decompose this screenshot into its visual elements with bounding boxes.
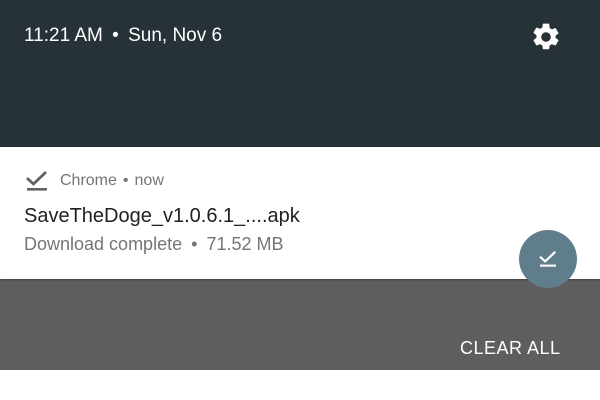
separator: •: [191, 234, 198, 254]
download-done-icon: [26, 171, 47, 191]
gear-icon: [533, 23, 559, 50]
clock-time: 11:21 AM: [24, 25, 103, 46]
current-date: Sun, Nov 6: [128, 25, 223, 46]
download-notification[interactable]: Chrome • now SaveTheDoge_v1.0.6.1_....ap…: [0, 147, 600, 288]
download-done-icon: [539, 251, 556, 267]
notification-header: Chrome • now: [26, 171, 164, 191]
file-size: 71.52 MB: [206, 234, 284, 254]
app-name: Chrome: [60, 172, 117, 189]
notification-subtitle: Download complete • 71.52 MB: [24, 232, 283, 256]
screen: 11:21 AM • Sun, Nov 6 Chrome • now SaveT…: [0, 0, 600, 400]
notification-title: SaveTheDoge_v1.0.6.1_....apk: [24, 205, 300, 227]
bottom-margin: [0, 370, 600, 400]
separator: •: [112, 25, 119, 46]
notification-time: now: [134, 172, 164, 189]
settings-button[interactable]: [530, 21, 562, 53]
download-status: Download complete: [24, 234, 183, 254]
separator: •: [122, 172, 129, 189]
status-line: 11:21 AM • Sun, Nov 6: [24, 24, 222, 48]
open-download-button[interactable]: [519, 230, 577, 288]
clear-all-button[interactable]: CLEAR ALL: [460, 334, 561, 362]
quick-settings-header: 11:21 AM • Sun, Nov 6: [0, 0, 600, 147]
